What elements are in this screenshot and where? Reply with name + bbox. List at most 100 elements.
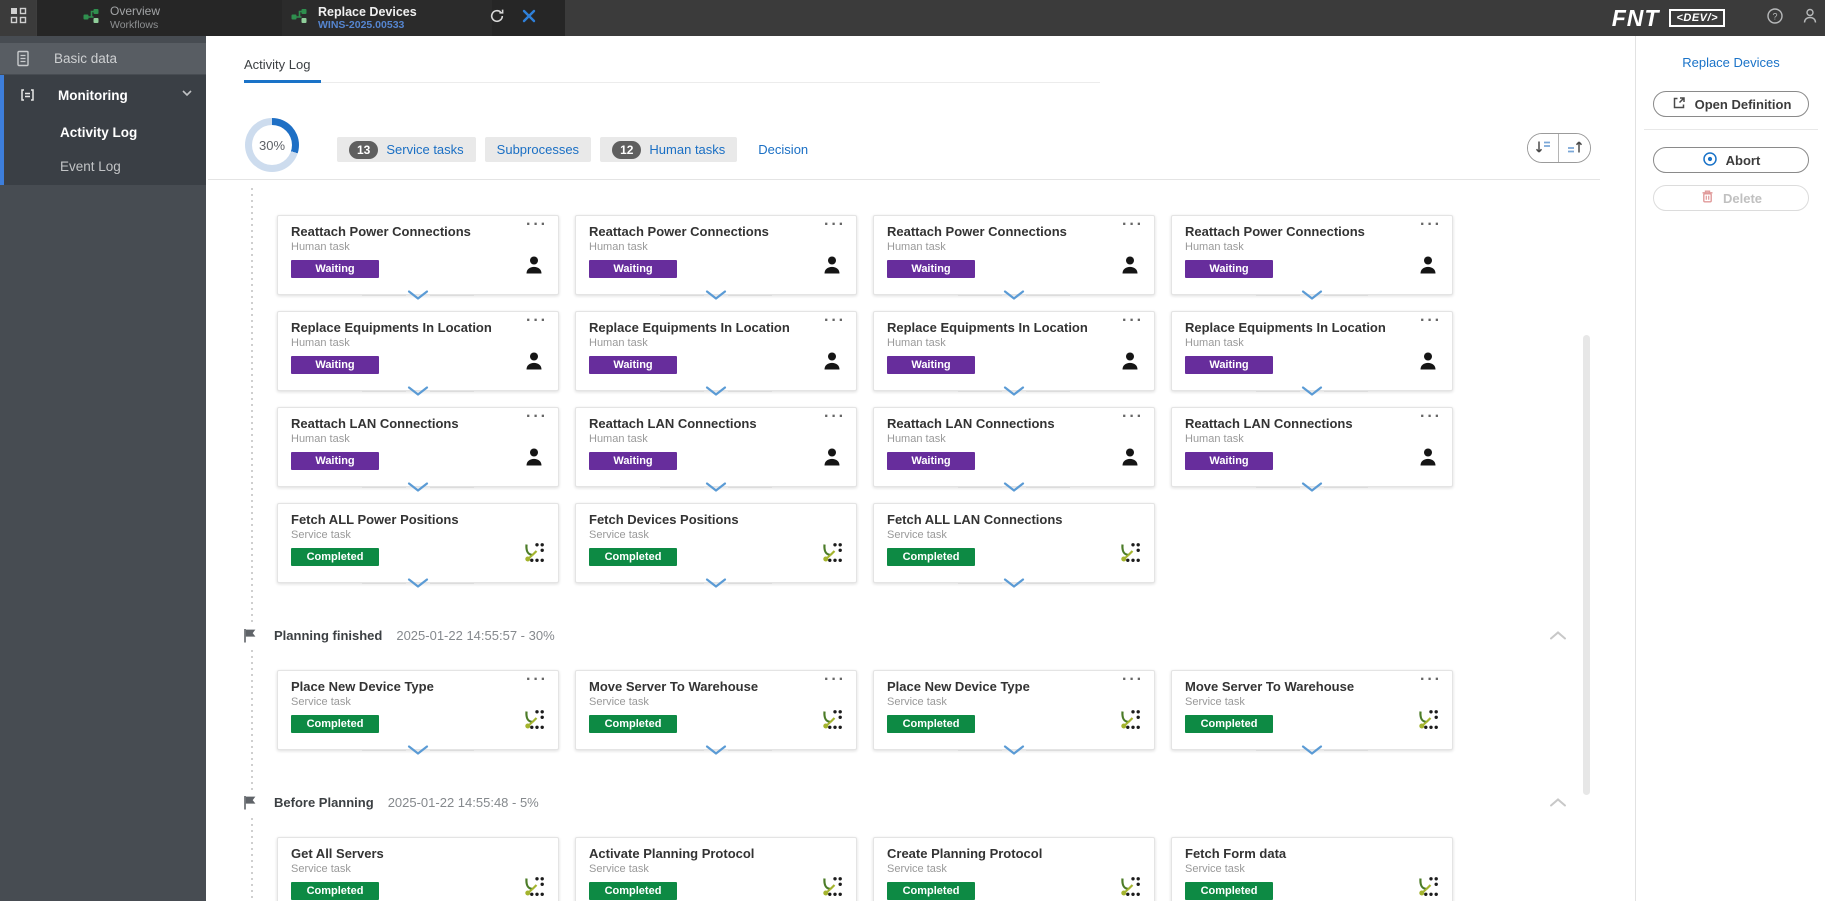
help-button[interactable]: ? (1760, 0, 1790, 36)
milestone-collapse-button[interactable] (1545, 790, 1571, 814)
task-card[interactable]: Fetch ALL LAN ConnectionsService taskCom… (873, 503, 1155, 583)
card-expand-control[interactable] (575, 383, 857, 399)
card-menu-button[interactable]: ··· (1420, 408, 1442, 426)
card-menu-button[interactable]: ··· (526, 671, 548, 689)
task-card[interactable]: Place New Device TypeService taskComplet… (277, 670, 559, 750)
progress-donut: 30% (245, 118, 299, 172)
task-card[interactable]: Move Server To WarehouseService taskComp… (1171, 670, 1453, 750)
card-menu-button[interactable]: ··· (1122, 408, 1144, 426)
task-card[interactable]: Move Server To WarehouseService taskComp… (575, 670, 857, 750)
task-card[interactable]: Reattach Power ConnectionsHuman taskWait… (575, 215, 857, 295)
card-expand-control[interactable] (873, 742, 1155, 758)
user-menu-button[interactable] (1795, 0, 1825, 36)
tab-overview-workflows[interactable]: Overview Workflows (44, 0, 282, 36)
task-card[interactable]: Place New Device TypeService taskComplet… (873, 670, 1155, 750)
card-expand-control[interactable] (277, 479, 559, 495)
tab-activity-log[interactable]: Activity Log (244, 57, 310, 72)
task-card[interactable]: Fetch Form dataService taskCompleted (1171, 837, 1453, 901)
refresh-tab-button[interactable] (482, 0, 512, 36)
task-card[interactable]: Reattach LAN ConnectionsHuman taskWaitin… (575, 407, 857, 487)
task-card[interactable]: Activate Planning ProtocolService taskCo… (575, 837, 857, 901)
scrollbar-thumb[interactable] (1583, 335, 1590, 795)
expander-line (1026, 583, 1070, 584)
abort-button[interactable]: Abort (1653, 147, 1809, 173)
task-card[interactable]: Fetch Devices PositionsService taskCompl… (575, 503, 857, 583)
card-expand-control[interactable] (873, 479, 1155, 495)
task-card[interactable]: Reattach Power ConnectionsHuman taskWait… (1171, 215, 1453, 295)
person-icon (523, 254, 545, 276)
monitoring-icon (18, 87, 36, 103)
card-expand-control[interactable] (1171, 287, 1453, 303)
task-card[interactable]: Replace Equipments In LocationHuman task… (1171, 311, 1453, 391)
task-card-type: Human task (291, 433, 350, 445)
card-expand-control[interactable] (873, 383, 1155, 399)
filter-chip-human-tasks[interactable]: 12Human tasks (600, 137, 737, 162)
close-tab-button[interactable] (514, 0, 544, 36)
sidebar-item-event-log[interactable]: Event Log (4, 149, 206, 183)
abort-record-icon (1702, 151, 1718, 170)
status-badge: Waiting (589, 356, 677, 374)
card-expand-control[interactable] (575, 479, 857, 495)
card-menu-button[interactable]: ··· (1420, 312, 1442, 330)
task-card[interactable]: Create Planning ProtocolService taskComp… (873, 837, 1155, 901)
open-definition-button[interactable]: Open Definition (1653, 91, 1809, 117)
apps-launcher-button[interactable] (0, 0, 36, 36)
card-menu-button[interactable]: ··· (824, 408, 846, 426)
card-menu-button[interactable]: ··· (824, 216, 846, 234)
card-menu-button[interactable]: ··· (1122, 216, 1144, 234)
sidebar-item-monitoring[interactable]: Monitoring (4, 75, 206, 115)
expander-line (660, 583, 704, 584)
card-expand-control[interactable] (277, 287, 559, 303)
card-menu-button[interactable]: ··· (526, 312, 548, 330)
sidebar-item-activity-log[interactable]: Activity Log (4, 115, 206, 149)
card-menu-button[interactable]: ··· (1420, 216, 1442, 234)
card-expand-control[interactable] (575, 575, 857, 591)
sidebar-item-basic-data[interactable]: Basic data (0, 43, 206, 74)
card-expand-control[interactable] (277, 383, 559, 399)
card-menu-button[interactable]: ··· (1420, 671, 1442, 689)
card-expand-control[interactable] (277, 742, 559, 758)
chevron-down-icon (1002, 744, 1026, 756)
card-expand-control[interactable] (575, 742, 857, 758)
task-card[interactable]: Replace Equipments In LocationHuman task… (873, 311, 1155, 391)
expander-line (1026, 750, 1070, 751)
task-card[interactable]: Reattach Power ConnectionsHuman taskWait… (873, 215, 1155, 295)
task-card[interactable]: Reattach LAN ConnectionsHuman taskWaitin… (873, 407, 1155, 487)
card-expand-control[interactable] (1171, 383, 1453, 399)
close-icon (522, 9, 536, 28)
task-card[interactable]: Reattach LAN ConnectionsHuman taskWaitin… (1171, 407, 1453, 487)
task-card[interactable]: Reattach Power ConnectionsHuman taskWait… (277, 215, 559, 295)
chevron-down-icon[interactable] (180, 86, 194, 105)
card-menu-button[interactable]: ··· (824, 312, 846, 330)
tab-replace-devices[interactable]: Replace Devices WINS-2025.00533 (282, 0, 492, 36)
card-expand-control[interactable] (873, 287, 1155, 303)
card-menu-button[interactable]: ··· (824, 671, 846, 689)
card-expand-control[interactable] (1171, 742, 1453, 758)
task-card[interactable]: Fetch ALL Power PositionsService taskCom… (277, 503, 559, 583)
task-card-title: Place New Device Type (887, 679, 1030, 694)
card-menu-button[interactable]: ··· (1122, 312, 1144, 330)
filter-chip-subprocesses[interactable]: Subprocesses (485, 137, 591, 162)
expander-line (728, 391, 772, 392)
brand-area: FNT <DEV/> (1612, 0, 1725, 36)
task-card[interactable]: Replace Equipments In LocationHuman task… (575, 311, 857, 391)
card-menu-button[interactable]: ··· (526, 216, 548, 234)
service-icon (821, 542, 843, 564)
task-card[interactable]: Get All ServersService taskCompleted (277, 837, 559, 901)
sort-descending-button[interactable] (1528, 134, 1559, 162)
card-expand-control[interactable] (575, 287, 857, 303)
filter-chip-decision[interactable]: Decision (746, 137, 820, 162)
card-menu-button[interactable]: ··· (1122, 671, 1144, 689)
main-header: Activity Log 30% 13Service tasks Subproce… (206, 36, 1635, 180)
card-expand-control[interactable] (873, 575, 1155, 591)
card-expand-control[interactable] (1171, 479, 1453, 495)
card-expand-control[interactable] (277, 575, 559, 591)
trash-icon (1700, 189, 1715, 207)
delete-button[interactable]: Delete (1653, 185, 1809, 211)
card-menu-button[interactable]: ··· (526, 408, 548, 426)
sort-ascending-button[interactable] (1559, 134, 1590, 162)
task-card[interactable]: Reattach LAN ConnectionsHuman taskWaitin… (277, 407, 559, 487)
filter-chip-service-tasks[interactable]: 13Service tasks (337, 137, 476, 162)
task-card[interactable]: Replace Equipments In LocationHuman task… (277, 311, 559, 391)
milestone-collapse-button[interactable] (1545, 623, 1571, 647)
